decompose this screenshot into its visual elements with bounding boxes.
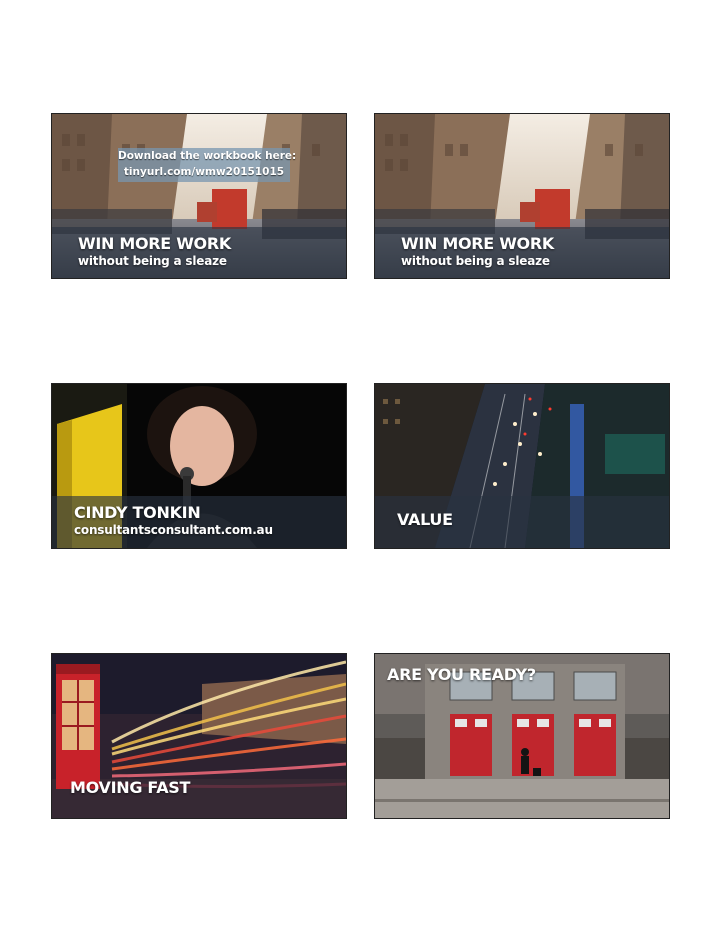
slide-title: VALUE bbox=[397, 510, 453, 529]
download-label: Download the workbook here: bbox=[118, 150, 297, 162]
slide-thumbnail[interactable]: MOVING FAST bbox=[51, 653, 347, 819]
slide-thumbnail[interactable]: ARE YOU READY? bbox=[374, 653, 670, 819]
slide-thumbnail[interactable]: VALUE bbox=[374, 383, 670, 549]
slide-subtitle: without being a sleaze bbox=[78, 254, 227, 268]
slide-title: ARE YOU READY? bbox=[387, 665, 536, 684]
slide-thumbnail[interactable]: Download the workbook here: tinyurl.com/… bbox=[51, 113, 347, 279]
download-link[interactable]: tinyurl.com/wmw20151015 bbox=[118, 164, 290, 180]
slide-subtitle: without being a sleaze bbox=[401, 254, 550, 268]
download-callout: Download the workbook here: tinyurl.com/… bbox=[118, 148, 297, 182]
slide-title: CINDY TONKIN bbox=[74, 503, 201, 522]
slide-thumbnail[interactable]: CINDY TONKIN consultantsconsultant.com.a… bbox=[51, 383, 347, 549]
slide-thumbnail[interactable]: WIN MORE WORK without being a sleaze bbox=[374, 113, 670, 279]
slide-subtitle: consultantsconsultant.com.au bbox=[74, 523, 273, 537]
slide-title: WIN MORE WORK bbox=[401, 234, 554, 253]
slide-title: WIN MORE WORK bbox=[78, 234, 231, 253]
slide-title: MOVING FAST bbox=[70, 778, 191, 797]
